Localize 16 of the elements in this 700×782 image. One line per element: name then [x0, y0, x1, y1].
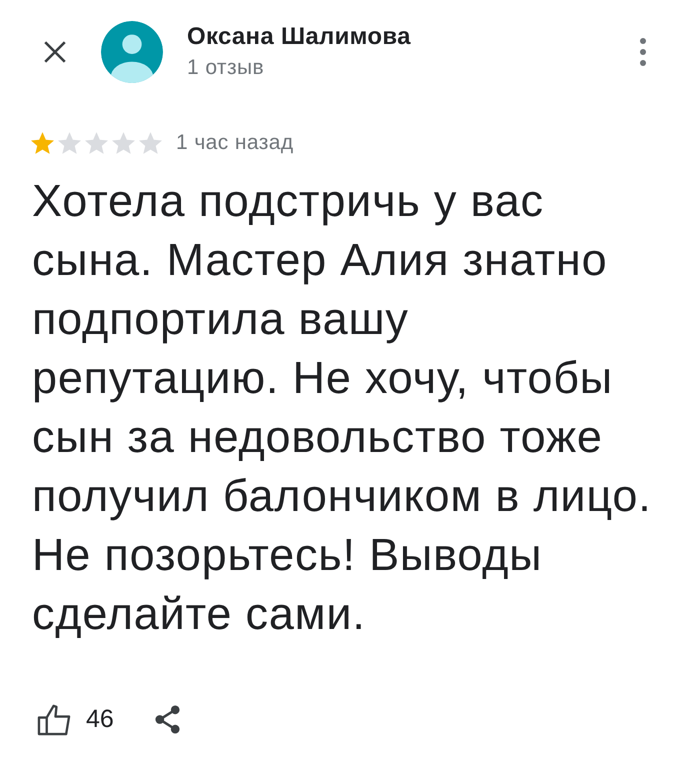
like-button[interactable]: 46	[37, 701, 114, 738]
close-icon	[42, 39, 68, 65]
empty-star-icon	[112, 132, 135, 154]
more-options-icon	[640, 38, 646, 66]
author-name[interactable]: Оксана Шалимова	[187, 22, 636, 52]
empty-star-icon	[58, 132, 81, 154]
review-text: Хотела подстричь у вас сына. Мастер Алия знатно подпортила вашу репутацию. Не хочу, чтобы сын за недовольство тоже получил балончиком в лицо. Не позорьтесь! Выводы сделайте сами.	[32, 174, 653, 641]
empty-star-icon	[85, 132, 108, 154]
share-button[interactable]	[154, 705, 181, 734]
share-icon	[154, 705, 181, 734]
avatar-icon	[101, 21, 163, 83]
review-count: 1 отзыв	[187, 55, 266, 81]
filled-star-icon	[31, 132, 54, 154]
thumbs-up-icon	[37, 703, 72, 736]
review-time: 1 час назад	[176, 131, 294, 155]
empty-star-icon	[139, 132, 162, 154]
